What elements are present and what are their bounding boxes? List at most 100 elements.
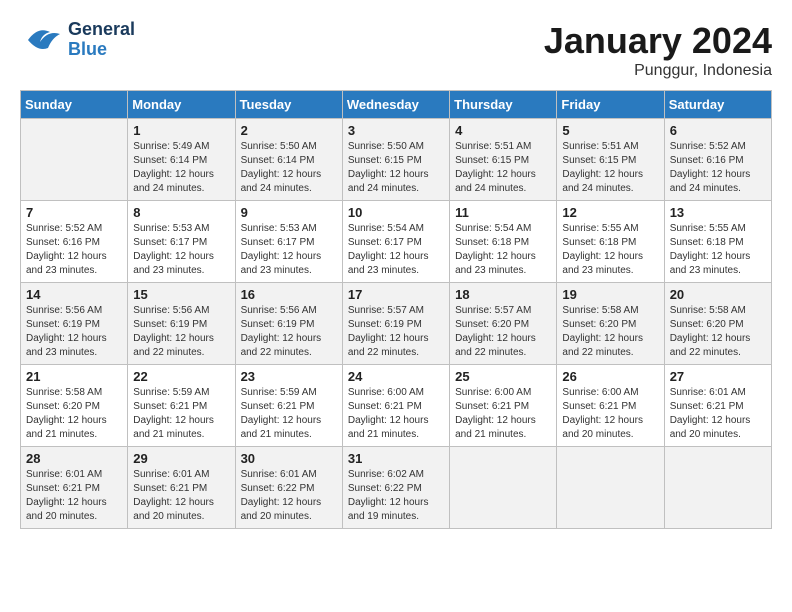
day-info: Sunrise: 5:49 AM Sunset: 6:14 PM Dayligh… xyxy=(133,140,229,196)
day-number: 5 xyxy=(562,123,658,138)
day-number: 17 xyxy=(348,287,444,302)
calendar-cell: 2 Sunrise: 5:50 AM Sunset: 6:14 PM Daylig… xyxy=(235,119,342,201)
day-info: Sunrise: 6:00 AM Sunset: 6:21 PM Dayligh… xyxy=(455,386,551,442)
calendar-cell: 22 Sunrise: 5:59 AM Sunset: 6:21 PM Dayli… xyxy=(128,365,235,447)
calendar-cell: 30 Sunrise: 6:01 AM Sunset: 6:22 PM Dayli… xyxy=(235,447,342,529)
day-number: 15 xyxy=(133,287,229,302)
calendar-cell: 16 Sunrise: 5:56 AM Sunset: 6:19 PM Dayli… xyxy=(235,283,342,365)
day-info: Sunrise: 5:53 AM Sunset: 6:17 PM Dayligh… xyxy=(241,222,337,278)
calendar-cell: 18 Sunrise: 5:57 AM Sunset: 6:20 PM Dayli… xyxy=(450,283,557,365)
day-info: Sunrise: 5:51 AM Sunset: 6:15 PM Dayligh… xyxy=(562,140,658,196)
calendar-cell xyxy=(450,447,557,529)
weekday-header: Thursday xyxy=(450,91,557,119)
calendar-week-row: 28 Sunrise: 6:01 AM Sunset: 6:21 PM Dayli… xyxy=(21,447,772,529)
day-number: 27 xyxy=(670,369,766,384)
weekday-header: Saturday xyxy=(664,91,771,119)
calendar-header-row: SundayMondayTuesdayWednesdayThursdayFrid… xyxy=(21,91,772,119)
day-number: 2 xyxy=(241,123,337,138)
calendar-cell xyxy=(21,119,128,201)
logo-text-line1: General xyxy=(68,20,135,40)
day-info: Sunrise: 5:52 AM Sunset: 6:16 PM Dayligh… xyxy=(26,222,122,278)
calendar-cell: 11 Sunrise: 5:54 AM Sunset: 6:18 PM Dayli… xyxy=(450,201,557,283)
calendar-cell: 21 Sunrise: 5:58 AM Sunset: 6:20 PM Dayli… xyxy=(21,365,128,447)
title-block: January 2024 Punggur, Indonesia xyxy=(544,20,772,80)
calendar-cell xyxy=(664,447,771,529)
location: Punggur, Indonesia xyxy=(544,62,772,80)
day-number: 8 xyxy=(133,205,229,220)
logo-text-line2: Blue xyxy=(68,40,135,60)
calendar-cell: 14 Sunrise: 5:56 AM Sunset: 6:19 PM Dayli… xyxy=(21,283,128,365)
page-header: General Blue January 2024 Punggur, Indon… xyxy=(20,20,772,80)
calendar-cell: 9 Sunrise: 5:53 AM Sunset: 6:17 PM Daylig… xyxy=(235,201,342,283)
calendar-week-row: 1 Sunrise: 5:49 AM Sunset: 6:14 PM Daylig… xyxy=(21,119,772,201)
day-number: 16 xyxy=(241,287,337,302)
day-info: Sunrise: 5:59 AM Sunset: 6:21 PM Dayligh… xyxy=(133,386,229,442)
logo: General Blue xyxy=(20,20,135,60)
weekday-header: Sunday xyxy=(21,91,128,119)
calendar-cell: 27 Sunrise: 6:01 AM Sunset: 6:21 PM Dayli… xyxy=(664,365,771,447)
day-number: 20 xyxy=(670,287,766,302)
calendar-cell: 4Sunrise: 5:51 AM Sunset: 6:15 PM Daylig… xyxy=(450,119,557,201)
day-number: 28 xyxy=(26,451,122,466)
day-number: 1 xyxy=(133,123,229,138)
calendar-cell xyxy=(557,447,664,529)
day-info: Sunrise: 5:55 AM Sunset: 6:18 PM Dayligh… xyxy=(562,222,658,278)
calendar-cell: 23Sunrise: 5:59 AM Sunset: 6:21 PM Dayli… xyxy=(235,365,342,447)
day-info: Sunrise: 5:56 AM Sunset: 6:19 PM Dayligh… xyxy=(133,304,229,360)
day-info: Sunrise: 5:58 AM Sunset: 6:20 PM Dayligh… xyxy=(562,304,658,360)
calendar-table: SundayMondayTuesdayWednesdayThursdayFrid… xyxy=(20,90,772,529)
day-info: Sunrise: 5:57 AM Sunset: 6:19 PM Dayligh… xyxy=(348,304,444,360)
day-number: 12 xyxy=(562,205,658,220)
calendar-cell: 12 Sunrise: 5:55 AM Sunset: 6:18 PM Dayli… xyxy=(557,201,664,283)
day-info: Sunrise: 5:52 AM Sunset: 6:16 PM Dayligh… xyxy=(670,140,766,196)
day-number: 22 xyxy=(133,369,229,384)
calendar-cell: 3Sunrise: 5:50 AM Sunset: 6:15 PM Daylig… xyxy=(342,119,449,201)
calendar-cell: 6Sunrise: 5:52 AM Sunset: 6:16 PM Daylig… xyxy=(664,119,771,201)
day-number: 29 xyxy=(133,451,229,466)
day-info: Sunrise: 6:01 AM Sunset: 6:22 PM Dayligh… xyxy=(241,468,337,524)
calendar-cell: 29 Sunrise: 6:01 AM Sunset: 6:21 PM Dayli… xyxy=(128,447,235,529)
day-number: 18 xyxy=(455,287,551,302)
calendar-body: 1 Sunrise: 5:49 AM Sunset: 6:14 PM Daylig… xyxy=(21,119,772,529)
day-number: 9 xyxy=(241,205,337,220)
calendar-cell: 19 Sunrise: 5:58 AM Sunset: 6:20 PM Dayli… xyxy=(557,283,664,365)
logo-icon xyxy=(20,22,64,58)
calendar-cell: 7Sunrise: 5:52 AM Sunset: 6:16 PM Daylig… xyxy=(21,201,128,283)
weekday-header: Tuesday xyxy=(235,91,342,119)
day-number: 19 xyxy=(562,287,658,302)
calendar-cell: 31Sunrise: 6:02 AM Sunset: 6:22 PM Dayli… xyxy=(342,447,449,529)
day-info: Sunrise: 6:01 AM Sunset: 6:21 PM Dayligh… xyxy=(670,386,766,442)
day-number: 26 xyxy=(562,369,658,384)
day-info: Sunrise: 5:55 AM Sunset: 6:18 PM Dayligh… xyxy=(670,222,766,278)
day-number: 21 xyxy=(26,369,122,384)
day-info: Sunrise: 5:59 AM Sunset: 6:21 PM Dayligh… xyxy=(241,386,337,442)
day-number: 30 xyxy=(241,451,337,466)
day-number: 14 xyxy=(26,287,122,302)
day-info: Sunrise: 5:56 AM Sunset: 6:19 PM Dayligh… xyxy=(241,304,337,360)
calendar-cell: 25 Sunrise: 6:00 AM Sunset: 6:21 PM Dayli… xyxy=(450,365,557,447)
calendar-cell: 28Sunrise: 6:01 AM Sunset: 6:21 PM Dayli… xyxy=(21,447,128,529)
calendar-week-row: 7Sunrise: 5:52 AM Sunset: 6:16 PM Daylig… xyxy=(21,201,772,283)
calendar-cell: 17 Sunrise: 5:57 AM Sunset: 6:19 PM Dayli… xyxy=(342,283,449,365)
day-number: 25 xyxy=(455,369,551,384)
calendar-cell: 5 Sunrise: 5:51 AM Sunset: 6:15 PM Daylig… xyxy=(557,119,664,201)
day-info: Sunrise: 5:56 AM Sunset: 6:19 PM Dayligh… xyxy=(26,304,122,360)
day-info: Sunrise: 5:51 AM Sunset: 6:15 PM Dayligh… xyxy=(455,140,551,196)
day-info: Sunrise: 6:01 AM Sunset: 6:21 PM Dayligh… xyxy=(133,468,229,524)
day-info: Sunrise: 5:50 AM Sunset: 6:14 PM Dayligh… xyxy=(241,140,337,196)
weekday-header: Wednesday xyxy=(342,91,449,119)
calendar-cell: 24Sunrise: 6:00 AM Sunset: 6:21 PM Dayli… xyxy=(342,365,449,447)
calendar-cell: 10Sunrise: 5:54 AM Sunset: 6:17 PM Dayli… xyxy=(342,201,449,283)
day-number: 24 xyxy=(348,369,444,384)
day-info: Sunrise: 5:54 AM Sunset: 6:18 PM Dayligh… xyxy=(455,222,551,278)
calendar-cell: 1 Sunrise: 5:49 AM Sunset: 6:14 PM Daylig… xyxy=(128,119,235,201)
weekday-header: Monday xyxy=(128,91,235,119)
day-info: Sunrise: 6:00 AM Sunset: 6:21 PM Dayligh… xyxy=(562,386,658,442)
calendar-week-row: 21 Sunrise: 5:58 AM Sunset: 6:20 PM Dayli… xyxy=(21,365,772,447)
day-number: 11 xyxy=(455,205,551,220)
day-info: Sunrise: 5:57 AM Sunset: 6:20 PM Dayligh… xyxy=(455,304,551,360)
day-number: 13 xyxy=(670,205,766,220)
day-number: 10 xyxy=(348,205,444,220)
calendar-cell: 26 Sunrise: 6:00 AM Sunset: 6:21 PM Dayli… xyxy=(557,365,664,447)
day-info: Sunrise: 5:58 AM Sunset: 6:20 PM Dayligh… xyxy=(26,386,122,442)
